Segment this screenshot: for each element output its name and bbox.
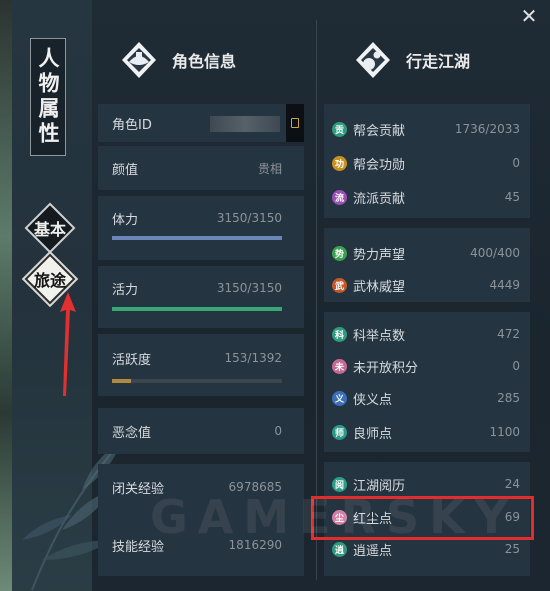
activity-bar — [112, 379, 282, 383]
vitality-bar-fill — [112, 307, 282, 311]
watermark: GAMERSKY — [150, 490, 519, 544]
role-info-header: 角色信息 — [120, 34, 236, 86]
stamina-label: 体力 — [112, 212, 139, 228]
copy-icon[interactable] — [286, 104, 304, 142]
vitality-bar — [112, 307, 282, 311]
stat-row: 势势力声望 400/400 — [332, 236, 520, 270]
stat-label: 未开放积分 — [353, 360, 419, 376]
tab-basic[interactable]: 基本 — [27, 205, 73, 251]
stat-badge-icon: 科 — [332, 326, 347, 342]
stat-row: 武武林威望 4449 — [332, 268, 520, 302]
stat-label: 良师点 — [353, 426, 393, 442]
stamina-row: 体力 3150/3150 — [112, 201, 282, 235]
stat-value: 0 — [512, 156, 520, 170]
stat-label: 流派贡献 — [353, 191, 406, 207]
lantern-icon — [356, 42, 390, 78]
activity-row: 活跃度 153/1392 — [112, 341, 282, 375]
stat-badge-icon: 流 — [332, 189, 347, 205]
stat-row: 科科举点数 472 — [332, 317, 520, 351]
stat-label: 科举点数 — [353, 328, 406, 344]
evil-row: 恶念值 0 — [112, 414, 282, 448]
stat-value: 45 — [504, 190, 520, 204]
stat-value: 0 — [512, 359, 520, 373]
stat-value: 4449 — [489, 278, 520, 292]
stat-label: 武林威望 — [353, 279, 406, 295]
stat-badge-icon: 未 — [332, 358, 347, 374]
evil-value: 0 — [274, 424, 282, 438]
stat-value: 472 — [497, 327, 520, 341]
stat-label: 侠义点 — [353, 392, 393, 408]
stat-row: 义侠义点 285 — [332, 381, 520, 415]
stat-row: 师良师点 1100 — [332, 415, 520, 449]
jianghu-header: 行走江湖 — [354, 34, 470, 86]
appearance-row: 颜值 贵相 — [112, 151, 282, 185]
evil-label: 恶念值 — [112, 425, 152, 441]
role-id-value-masked — [210, 116, 280, 132]
activity-label: 活跃度 — [112, 352, 152, 368]
activity-bar-fill — [112, 379, 131, 383]
stamina-bar-fill — [112, 236, 282, 240]
stat-value: 24 — [504, 477, 520, 491]
stat-label: 帮会功勋 — [353, 157, 406, 173]
stat-row: 功帮会功勋 0 — [332, 146, 520, 180]
stat-value: 285 — [497, 391, 520, 405]
stat-row: 未未开放积分 0 — [332, 349, 520, 383]
stat-badge-icon: 功 — [332, 155, 347, 171]
red-arrow-annotation — [60, 292, 76, 396]
stat-badge-icon: 师 — [332, 424, 347, 440]
stat-value: 1100 — [489, 425, 520, 439]
role-id-label: 角色ID — [112, 117, 152, 133]
hat-icon — [122, 42, 156, 78]
vitality-value: 3150/3150 — [216, 281, 282, 295]
appearance-value: 贵相 — [257, 161, 282, 176]
stat-row: 贡帮会贡献 1736/2033 — [332, 112, 520, 146]
stat-value: 25 — [504, 542, 520, 556]
stat-badge-icon: 势 — [332, 245, 347, 261]
activity-value: 153/1392 — [224, 351, 283, 365]
stat-badge-icon: 贡 — [332, 121, 347, 137]
stamina-value: 3150/3150 — [216, 211, 282, 225]
appearance-label: 颜值 — [112, 162, 139, 178]
stat-value: 400/400 — [470, 246, 520, 260]
close-button[interactable]: ✕ — [520, 6, 538, 26]
background-scenery — [0, 0, 12, 591]
vitality-row: 活力 3150/3150 — [112, 271, 282, 305]
stat-label: 帮会贡献 — [353, 123, 406, 139]
stat-value: 1736/2033 — [454, 122, 520, 136]
stamina-bar — [112, 236, 282, 240]
sidebar-title: 人物属性 — [30, 38, 66, 156]
stat-row: 流流派贡献 45 — [332, 180, 520, 214]
vitality-label: 活力 — [112, 282, 139, 298]
stat-label: 势力声望 — [353, 247, 406, 263]
stat-badge-icon: 义 — [332, 390, 347, 406]
stat-badge-icon: 武 — [332, 277, 347, 293]
